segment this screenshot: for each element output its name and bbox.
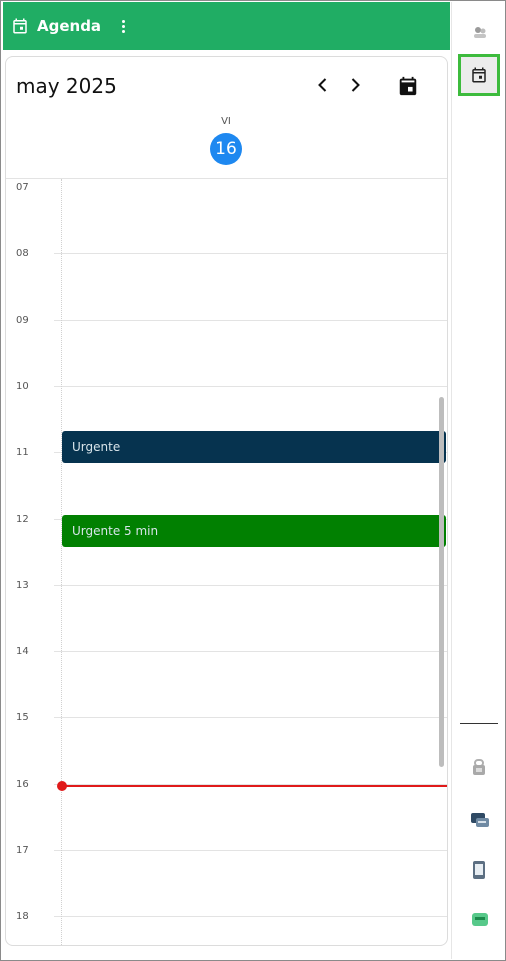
current-time-line	[62, 785, 447, 787]
hour-label: 07	[16, 182, 29, 193]
hour-line	[54, 916, 447, 918]
rail-calendar-button[interactable]	[458, 54, 500, 96]
people-icon[interactable]	[472, 24, 488, 40]
hour-label: 14	[16, 646, 29, 658]
chevron-right-icon	[351, 78, 360, 92]
next-button[interactable]	[343, 73, 367, 97]
month-label: may 2025	[16, 74, 117, 98]
lock-icon[interactable]	[471, 758, 487, 775]
event-urgente[interactable]: Urgente	[62, 431, 446, 463]
scrollbar[interactable]	[439, 397, 444, 767]
more-dot-icon	[121, 19, 125, 23]
rail-section-divider	[460, 723, 498, 724]
hour-label: 18	[16, 911, 29, 923]
current-time-dot	[57, 781, 67, 791]
app-title: Agenda	[37, 17, 102, 35]
hour-label: 12	[16, 513, 29, 525]
today-date-badge[interactable]: 16	[210, 133, 242, 165]
previous-button[interactable]	[311, 73, 335, 97]
chat-icon[interactable]	[470, 811, 489, 827]
today-calendar-button[interactable]	[395, 73, 421, 99]
hour-line	[54, 651, 447, 653]
hour-label: 13	[16, 579, 29, 591]
calendar-icon	[472, 67, 486, 83]
calendar-panel: may 2025 VI 16 07 08 09 10 11 12 13 14 15 16 17 18 …	[5, 56, 448, 946]
calendar-icon	[13, 18, 27, 34]
phone-icon[interactable]	[471, 860, 487, 879]
hour-label: 10	[16, 380, 29, 392]
app-header: Agenda	[3, 2, 450, 50]
event-urgente-5-min[interactable]: Urgente 5 min	[62, 515, 446, 547]
day-name: VI	[221, 116, 231, 127]
chevron-left-icon	[318, 78, 327, 92]
hour-line	[54, 850, 447, 851]
more-dot-icon	[121, 29, 125, 33]
hour-line	[54, 253, 447, 255]
hour-label: 17	[16, 845, 29, 856]
message-icon[interactable]	[471, 911, 488, 927]
hour-line	[54, 584, 447, 586]
calendar-icon	[399, 76, 417, 96]
hour-label: 11	[16, 447, 29, 459]
hour-line	[54, 319, 447, 321]
hour-line	[54, 717, 447, 719]
day-column-line	[61, 179, 62, 945]
header-divider	[6, 178, 447, 179]
hour-label: 08	[16, 248, 29, 260]
hour-label: 16	[16, 778, 29, 790]
more-dot-icon	[121, 24, 125, 28]
more-menu-button[interactable]	[117, 17, 129, 35]
hour-label: 15	[16, 712, 29, 724]
hour-line	[54, 385, 447, 387]
rail-divider	[451, 2, 452, 959]
hour-label: 09	[16, 314, 29, 326]
